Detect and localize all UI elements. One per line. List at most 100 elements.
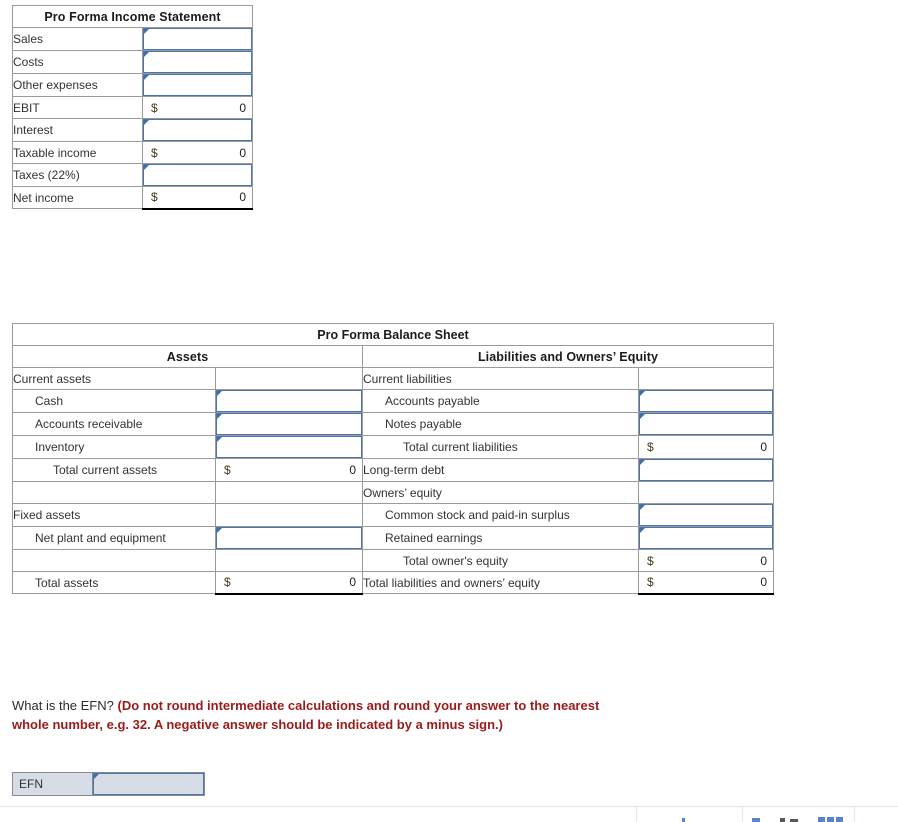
- bs-right-label: Total owner's equity: [362, 549, 639, 572]
- efn-label: EFN: [12, 772, 93, 796]
- bs-right-empty-cell: [637, 481, 775, 504]
- table-row: Accounts receivable Notes payable: [12, 412, 775, 436]
- table-row: Fixed assets Common stock and paid-in sur…: [12, 503, 775, 527]
- bs-left-input-wrap: [216, 527, 362, 549]
- efn-answer-row: EFN: [12, 772, 205, 796]
- bs-left-value-cell[interactable]: [215, 389, 363, 413]
- bs-left-input[interactable]: [216, 527, 362, 549]
- bs-left-empty-cell: [215, 503, 363, 527]
- table-row: Total current assets $0 Long-term debt: [12, 458, 775, 482]
- is-input[interactable]: [143, 28, 253, 50]
- bs-right-label: Retained earnings: [362, 526, 639, 550]
- bs-left-label: Current assets: [12, 367, 216, 390]
- bs-right-calc-cell-value: $0: [639, 551, 773, 571]
- bs-left-value-cell[interactable]: [215, 412, 363, 436]
- table-row: Other expenses: [12, 73, 254, 97]
- is-calc-cell-value: $0: [143, 98, 252, 118]
- bs-right-calc-cell: $0: [637, 435, 775, 459]
- bs-left-empty-cell: [215, 481, 363, 504]
- is-input-wrap: [143, 119, 253, 141]
- table-row: Net plant and equipment Retained earnings: [12, 526, 775, 550]
- bs-right-input[interactable]: [639, 413, 774, 435]
- toolbar-segment: [636, 807, 720, 822]
- currency-symbol: $: [151, 100, 158, 115]
- bs-right-value-cell[interactable]: [637, 389, 775, 413]
- is-input[interactable]: [143, 74, 253, 96]
- income-statement-title: Pro Forma Income Statement: [11, 5, 254, 28]
- question-text: What is the EFN? (Do not round intermedi…: [12, 696, 612, 734]
- table-row: Costs: [12, 50, 254, 74]
- is-value-cell[interactable]: [141, 50, 254, 74]
- amount: 0: [239, 145, 247, 160]
- table-row: Owners’ equity: [12, 481, 775, 504]
- table-row: Pro Forma Balance Sheet: [11, 323, 775, 346]
- toolbar-glyph-icon: [827, 817, 834, 822]
- assets-header: Assets: [12, 345, 363, 368]
- bs-left-calc-cell-value: $0: [216, 572, 362, 592]
- currency-symbol: $: [151, 190, 158, 205]
- bs-left-calc-cell-value: $0: [216, 460, 362, 480]
- is-input-wrap: [143, 51, 253, 73]
- bs-left-calc-cell: $0: [215, 458, 363, 482]
- table-row: Inventory Total current liabilities $0: [12, 435, 775, 459]
- bs-left-label: Accounts receivable: [12, 412, 216, 436]
- is-calc-cell: $0: [141, 186, 254, 210]
- is-input-wrap: [143, 74, 253, 96]
- bs-left-label: Total current assets: [12, 458, 216, 482]
- bs-right-value-cell[interactable]: [637, 503, 775, 527]
- bs-right-label: Long-term debt: [362, 458, 639, 482]
- bs-right-input-wrap: [639, 390, 774, 412]
- bs-right-value-cell[interactable]: [637, 458, 775, 482]
- is-value-cell[interactable]: [141, 163, 254, 187]
- question-prompt: What is the EFN?: [12, 698, 118, 713]
- amount: 0: [760, 575, 768, 590]
- is-input[interactable]: [143, 51, 253, 73]
- bs-left-empty-cell: [215, 367, 363, 390]
- bs-right-value-cell[interactable]: [637, 526, 775, 550]
- table-row: Current assets Current liabilities: [12, 367, 775, 390]
- bs-right-calc-cell-value: $0: [639, 572, 773, 592]
- is-input[interactable]: [143, 164, 253, 186]
- is-value-cell[interactable]: [141, 27, 254, 51]
- bs-left-input-wrap: [216, 390, 362, 412]
- bs-left-value-cell[interactable]: [215, 435, 363, 459]
- bs-left-input[interactable]: [216, 413, 362, 435]
- is-row-label: Interest: [12, 118, 143, 142]
- table-row: Interest: [12, 118, 254, 142]
- balance-sheet-title: Pro Forma Balance Sheet: [11, 323, 775, 346]
- toolbar-glyph-icon: [682, 818, 685, 822]
- bs-left-value-cell[interactable]: [215, 526, 363, 550]
- toolbar-segment: [854, 807, 855, 822]
- bs-right-input[interactable]: [639, 504, 774, 526]
- bs-right-input[interactable]: [639, 390, 774, 412]
- is-calc-cell: $0: [141, 141, 254, 164]
- efn-input-cell[interactable]: [92, 772, 205, 796]
- currency-symbol: $: [647, 553, 654, 568]
- table-row: Total owner's equity $0: [12, 549, 775, 572]
- bs-right-label: Notes payable: [362, 412, 639, 436]
- table-row: Net income $0: [12, 186, 254, 210]
- bs-left-input-wrap: [216, 413, 362, 435]
- amount: 0: [349, 463, 356, 477]
- toolbar-glyph-icon: [752, 818, 760, 822]
- bs-left-label: Cash: [12, 389, 216, 413]
- bs-right-input[interactable]: [639, 527, 774, 549]
- table-row: Pro Forma Income Statement: [11, 5, 254, 28]
- bs-right-value-cell[interactable]: [637, 412, 775, 436]
- efn-input[interactable]: [93, 773, 204, 795]
- is-value-cell[interactable]: [141, 73, 254, 97]
- is-row-label: Costs: [12, 50, 143, 74]
- bs-right-empty-cell: [637, 367, 775, 390]
- bs-left-input[interactable]: [216, 390, 362, 412]
- toolbar-glyph-icon: [836, 817, 843, 822]
- bs-right-input[interactable]: [639, 459, 774, 481]
- bs-right-input-wrap: [639, 413, 774, 435]
- is-value-cell[interactable]: [141, 118, 254, 142]
- bs-left-input[interactable]: [216, 436, 362, 458]
- is-row-label: Taxes (22%): [12, 163, 143, 187]
- is-input[interactable]: [143, 119, 253, 141]
- is-calc-cell-value: $0: [143, 187, 252, 207]
- efn-input-wrap: [93, 773, 204, 795]
- amount: 0: [760, 553, 768, 568]
- is-row-label: Net income: [12, 186, 143, 209]
